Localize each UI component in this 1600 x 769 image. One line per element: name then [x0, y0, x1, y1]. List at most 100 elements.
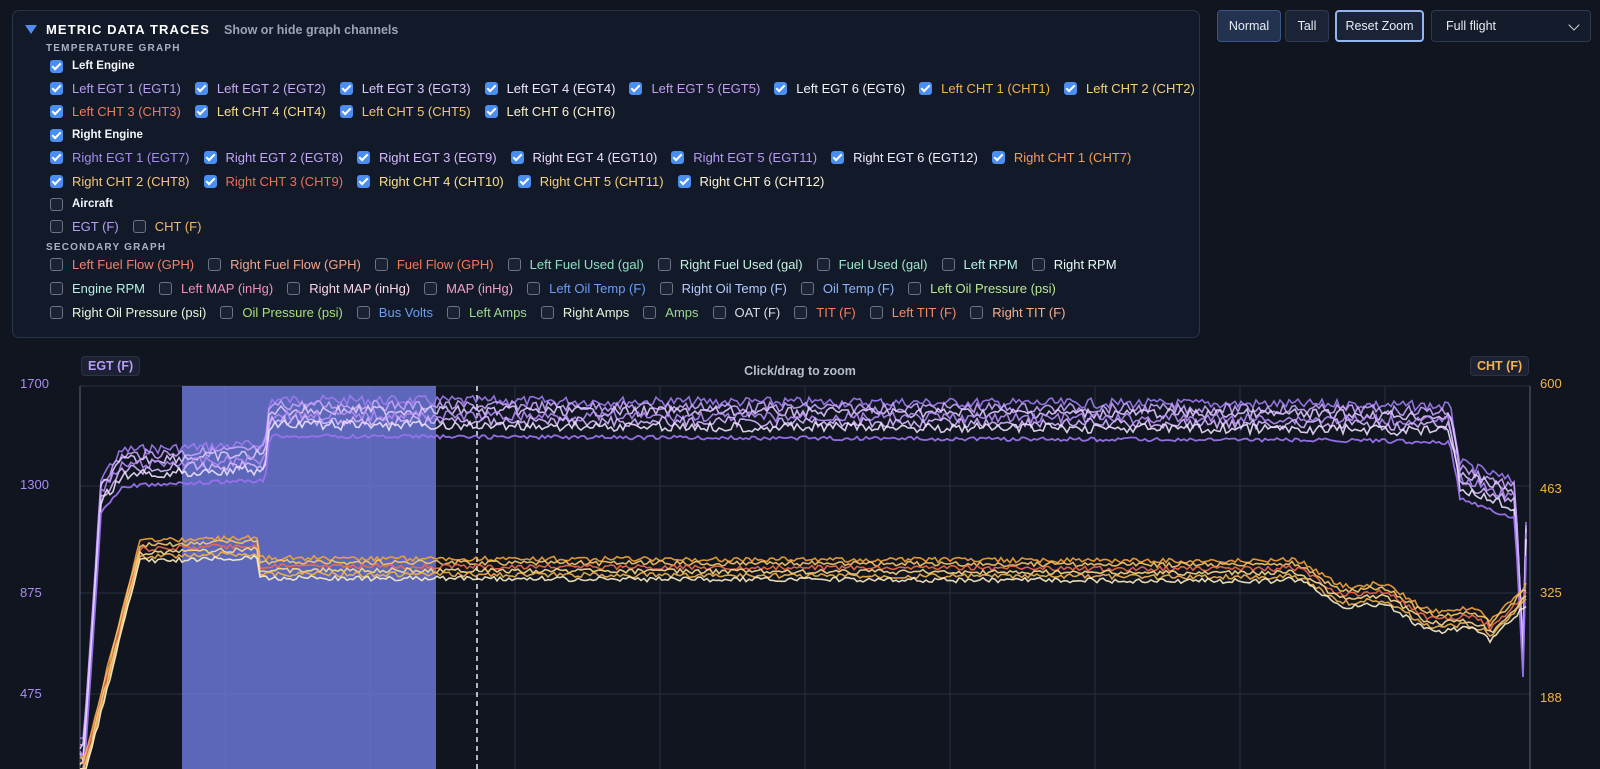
channel-left-oil-temp-f[interactable]: Left Oil Temp (F) [527, 281, 646, 296]
channel-checkbox[interactable] [510, 150, 524, 164]
channel-checkbox[interactable] [712, 305, 726, 319]
channel-map-inhg[interactable]: MAP (inHg) [424, 281, 513, 296]
channel-left-cht-3-cht3[interactable]: Left CHT 3 (CHT3) [50, 104, 181, 119]
channel-checkbox[interactable] [671, 150, 685, 164]
channel-checkbox[interactable] [869, 305, 883, 319]
channel-left-cht-4-cht4[interactable]: Left CHT 4 (CHT4) [194, 104, 326, 119]
right-engine-checkbox[interactable] [50, 128, 63, 142]
left-engine-checkbox[interactable] [50, 59, 63, 73]
channel-left-amps[interactable]: Left Amps [447, 305, 527, 320]
channel-checkbox[interactable] [540, 305, 554, 319]
channel-checkbox[interactable] [50, 150, 63, 164]
channel-checkbox[interactable] [629, 81, 643, 95]
aircraft-group[interactable]: Aircraft [50, 194, 113, 214]
channel-checkbox[interactable] [50, 81, 63, 95]
channel-left-cht-2-cht2[interactable]: Left CHT 2 (CHT2) [1064, 81, 1195, 96]
channel-checkbox[interactable] [794, 305, 808, 319]
aircraft-checkbox[interactable] [50, 197, 63, 211]
channel-checkbox[interactable] [132, 219, 146, 233]
channel-checkbox[interactable] [203, 174, 217, 188]
channel-checkbox[interactable] [941, 257, 955, 271]
channel-checkbox[interactable] [507, 257, 521, 271]
channel-checkbox[interactable] [50, 174, 63, 188]
channel-checkbox[interactable] [220, 305, 234, 319]
channel-egt-f[interactable]: EGT (F) [50, 219, 119, 234]
channel-checkbox[interactable] [50, 281, 63, 295]
channel-checkbox[interactable] [643, 305, 657, 319]
channel-checkbox[interactable] [919, 81, 933, 95]
channel-checkbox[interactable] [194, 104, 208, 118]
channel-checkbox[interactable] [527, 281, 541, 295]
channel-tit-f[interactable]: TIT (F) [794, 305, 856, 320]
channel-engine-rpm[interactable]: Engine RPM [50, 281, 145, 296]
channel-right-cht-5-cht11[interactable]: Right CHT 5 (CHT11) [517, 174, 664, 189]
channel-checkbox[interactable] [1031, 257, 1045, 271]
channel-right-map-inhg[interactable]: Right MAP (inHg) [287, 281, 410, 296]
channel-checkbox[interactable] [908, 281, 922, 295]
channel-checkbox[interactable] [424, 281, 438, 295]
channel-checkbox[interactable] [991, 150, 1005, 164]
right-engine-group[interactable]: Right Engine [50, 125, 143, 145]
reset-zoom-button[interactable]: Reset Zoom [1335, 10, 1424, 42]
channel-bus-volts[interactable]: Bus Volts [356, 305, 433, 320]
channel-checkbox[interactable] [50, 219, 63, 233]
channel-left-rpm[interactable]: Left RPM [941, 257, 1018, 272]
channel-checkbox[interactable] [484, 81, 498, 95]
channel-checkbox[interactable] [447, 305, 460, 319]
left-engine-group[interactable]: Left Engine [50, 56, 135, 76]
channel-checkbox[interactable] [50, 305, 63, 319]
channel-checkbox[interactable] [1064, 81, 1077, 95]
channel-left-egt-4-egt4[interactable]: Left EGT 4 (EGT4) [484, 81, 615, 96]
channel-checkbox[interactable] [50, 104, 63, 118]
channel-right-egt-2-egt8[interactable]: Right EGT 2 (EGT8) [203, 150, 343, 165]
channel-left-map-inhg[interactable]: Left MAP (inHg) [158, 281, 273, 296]
channel-oat-f[interactable]: OAT (F) [712, 305, 780, 320]
channel-left-fuel-flow-gph[interactable]: Left Fuel Flow (GPH) [50, 257, 194, 272]
channel-right-cht-3-cht9[interactable]: Right CHT 3 (CHT9) [203, 174, 343, 189]
channel-right-egt-3-egt9[interactable]: Right EGT 3 (EGT9) [357, 150, 497, 165]
channel-right-cht-2-cht8[interactable]: Right CHT 2 (CHT8) [50, 174, 190, 189]
channel-left-egt-5-egt5[interactable]: Left EGT 5 (EGT5) [629, 81, 760, 96]
channel-left-cht-1-cht1[interactable]: Left CHT 1 (CHT1) [919, 81, 1050, 96]
channel-checkbox[interactable] [374, 257, 388, 271]
channel-checkbox[interactable] [357, 150, 371, 164]
channel-right-egt-5-egt11[interactable]: Right EGT 5 (EGT11) [671, 150, 817, 165]
channel-right-fuel-flow-gph[interactable]: Right Fuel Flow (GPH) [208, 257, 361, 272]
channel-fuel-used-gal[interactable]: Fuel Used (gal) [816, 257, 928, 272]
channel-right-egt-6-egt12[interactable]: Right EGT 6 (EGT12) [831, 150, 978, 165]
channel-right-oil-temp-f[interactable]: Right Oil Temp (F) [659, 281, 787, 296]
channel-checkbox[interactable] [816, 257, 830, 271]
channel-checkbox[interactable] [356, 305, 370, 319]
channel-checkbox[interactable] [339, 81, 353, 95]
channel-right-cht-6-cht12[interactable]: Right CHT 6 (CHT12) [677, 174, 824, 189]
trace-plot[interactable] [0, 346, 1600, 769]
range-select[interactable]: Full flight [1431, 10, 1591, 42]
channel-oil-temp-f[interactable]: Oil Temp (F) [800, 281, 894, 296]
channel-right-egt-4-egt10[interactable]: Right EGT 4 (EGT10) [510, 150, 657, 165]
channel-checkbox[interactable] [339, 104, 353, 118]
panel-header[interactable]: METRIC DATA TRACES Show or hide graph ch… [25, 22, 398, 37]
temperature-chart[interactable]: EGT (F) CHT (F) Click/drag to zoom 1700 … [0, 346, 1600, 769]
channel-fuel-flow-gph[interactable]: Fuel Flow (GPH) [374, 257, 494, 272]
channel-checkbox[interactable] [677, 174, 691, 188]
channel-checkbox[interactable] [831, 150, 845, 164]
channel-left-oil-pressure-psi[interactable]: Left Oil Pressure (psi) [908, 281, 1056, 296]
channel-left-egt-3-egt3[interactable]: Left EGT 3 (EGT3) [339, 81, 471, 96]
collapse-triangle-icon[interactable] [25, 25, 37, 34]
channel-checkbox[interactable] [208, 257, 222, 271]
channel-amps[interactable]: Amps [643, 305, 699, 320]
channel-checkbox[interactable] [158, 281, 172, 295]
channel-checkbox[interactable] [970, 305, 984, 319]
normal-size-button[interactable]: Normal [1217, 10, 1281, 42]
channel-left-fuel-used-gal[interactable]: Left Fuel Used (gal) [507, 257, 644, 272]
channel-right-fuel-used-gal[interactable]: Right Fuel Used (gal) [657, 257, 803, 272]
channel-checkbox[interactable] [194, 81, 208, 95]
channel-checkbox[interactable] [657, 257, 671, 271]
channel-checkbox[interactable] [774, 81, 788, 95]
channel-left-egt-6-egt6[interactable]: Left EGT 6 (EGT6) [774, 81, 905, 96]
channel-left-cht-6-cht6[interactable]: Left CHT 6 (CHT6) [484, 104, 615, 119]
channel-right-cht-4-cht10[interactable]: Right CHT 4 (CHT10) [357, 174, 504, 189]
channel-right-egt-1-egt7[interactable]: Right EGT 1 (EGT7) [50, 150, 190, 165]
channel-checkbox[interactable] [484, 104, 498, 118]
channel-checkbox[interactable] [50, 257, 63, 271]
